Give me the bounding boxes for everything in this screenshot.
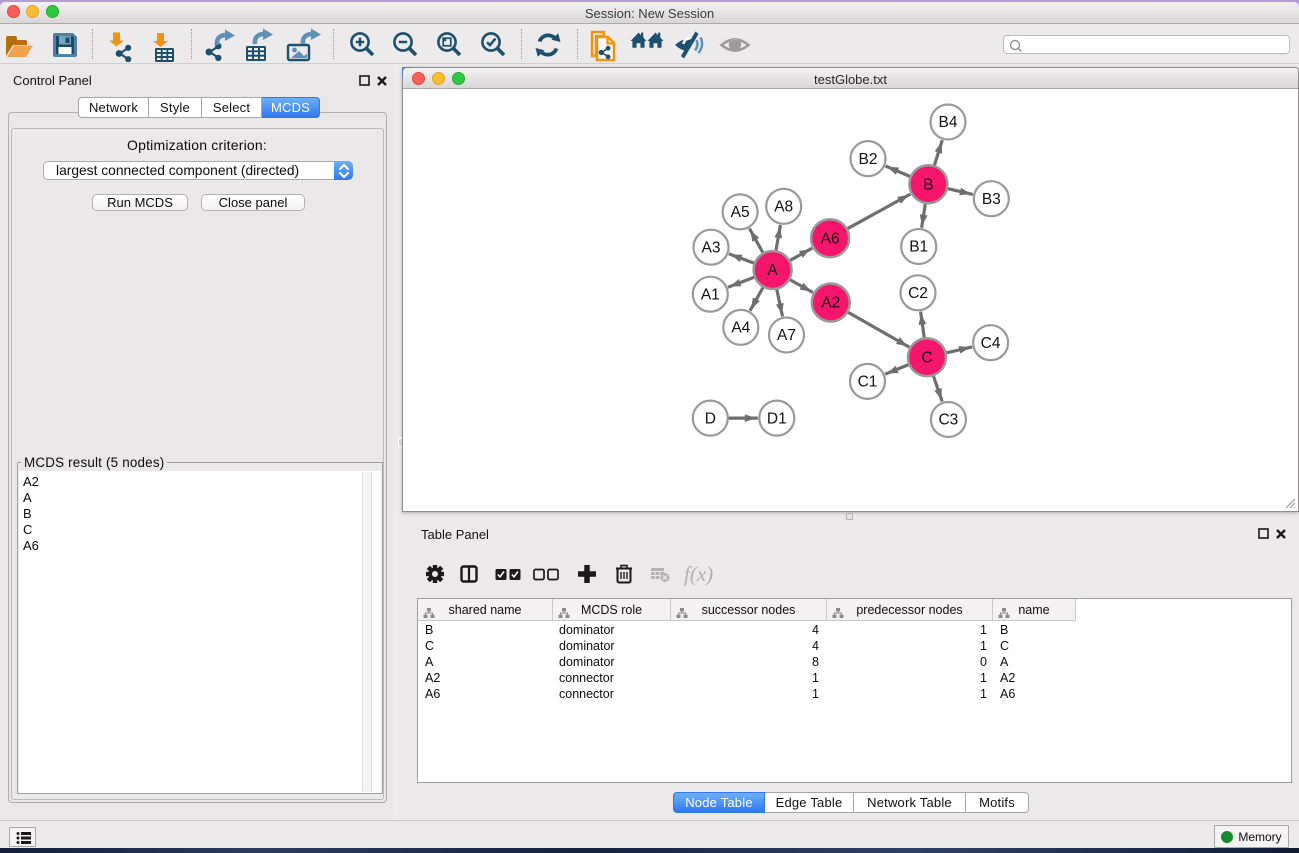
svg-text:C4: C4 (980, 334, 1000, 351)
svg-text:C1: C1 (857, 373, 877, 390)
svg-text:B4: B4 (938, 114, 957, 131)
svg-text:A2: A2 (821, 294, 840, 311)
svg-text:A7: A7 (777, 327, 796, 344)
svg-text:A3: A3 (701, 239, 720, 256)
svg-text:D: D (704, 410, 715, 427)
svg-text:A5: A5 (730, 204, 749, 221)
svg-text:A4: A4 (731, 319, 750, 336)
svg-text:A1: A1 (700, 286, 719, 303)
svg-text:C: C (921, 349, 932, 366)
svg-text:B: B (923, 176, 933, 193)
svg-text:A6: A6 (820, 230, 839, 247)
svg-text:D1: D1 (766, 410, 786, 427)
svg-text:C2: C2 (908, 285, 928, 302)
svg-text:A: A (767, 262, 778, 279)
svg-text:B2: B2 (858, 150, 877, 167)
svg-text:B1: B1 (909, 238, 928, 255)
svg-text:A8: A8 (774, 198, 793, 215)
svg-text:B3: B3 (981, 190, 1000, 207)
svg-text:C3: C3 (938, 411, 958, 428)
